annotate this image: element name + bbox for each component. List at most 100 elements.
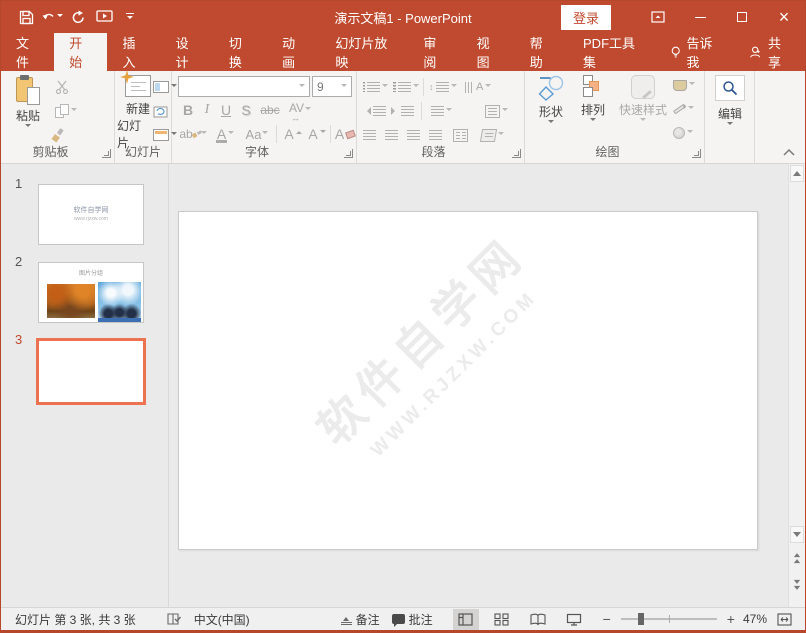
drawing-dialog-launcher[interactable] bbox=[692, 149, 701, 158]
status-bar: 幻灯片 第 3 张, 共 3 张 中文(中国) 备注 批注 − + 47% bbox=[1, 607, 805, 632]
font-color-button[interactable]: A bbox=[212, 124, 238, 144]
redo-button[interactable] bbox=[67, 5, 89, 29]
slide-canvas[interactable]: 软件自学网 WWW.RJZXW.COM bbox=[178, 211, 758, 550]
editing-button[interactable]: 编辑 bbox=[712, 75, 748, 128]
scroll-up-button[interactable] bbox=[790, 165, 804, 182]
paste-button[interactable]: 粘贴 bbox=[9, 75, 47, 130]
ribbon-display-options-button[interactable] bbox=[637, 1, 679, 33]
previous-slide-button[interactable] bbox=[790, 550, 804, 567]
bullets-button[interactable] bbox=[363, 77, 388, 97]
format-painter-button[interactable] bbox=[55, 125, 85, 145]
zoom-slider[interactable] bbox=[620, 613, 717, 625]
change-case-button[interactable]: Aa bbox=[242, 124, 272, 144]
italic-button[interactable]: I bbox=[200, 100, 214, 120]
language-indicator[interactable]: 中文(中国) bbox=[188, 608, 256, 630]
strikethrough-button[interactable]: abc bbox=[258, 100, 282, 120]
slide-3-thumbnail-selected[interactable] bbox=[36, 338, 146, 405]
zoom-center-tick bbox=[668, 615, 670, 623]
text-shadow-button[interactable]: S bbox=[238, 100, 254, 120]
shape-fill-button[interactable] bbox=[673, 75, 703, 95]
quick-styles-icon bbox=[631, 75, 655, 99]
arrange-button[interactable]: 排列 bbox=[573, 75, 613, 124]
shapes-button[interactable]: 形状 bbox=[531, 75, 571, 126]
slide-1-thumbnail[interactable]: 软件自学网 www.rjzxw.com bbox=[38, 184, 144, 245]
shape-outline-button[interactable] bbox=[673, 99, 703, 119]
slideshow-view-button[interactable] bbox=[561, 609, 587, 630]
comments-label: 批注 bbox=[408, 612, 433, 627]
numbering-button[interactable] bbox=[393, 77, 419, 97]
align-center-button[interactable] bbox=[385, 125, 398, 145]
character-spacing-button[interactable]: AV bbox=[286, 100, 314, 123]
align-left-button[interactable] bbox=[363, 125, 376, 145]
font-name-combobox[interactable] bbox=[178, 76, 310, 97]
increase-indent-button[interactable] bbox=[391, 101, 414, 121]
next-slide-button[interactable] bbox=[790, 576, 804, 593]
tab-slideshow[interactable]: 幻灯片放映 bbox=[320, 33, 408, 71]
tab-insert[interactable]: 插入 bbox=[107, 33, 160, 71]
paragraph-spacing-button[interactable] bbox=[431, 101, 452, 121]
drawing-group-label: 绘图 bbox=[595, 145, 620, 159]
slide-2-number: 2 bbox=[15, 254, 23, 269]
clear-formatting-button[interactable]: A bbox=[334, 124, 356, 144]
align-text-button[interactable] bbox=[485, 101, 508, 121]
tab-home[interactable]: 开始 bbox=[54, 33, 108, 71]
paragraph-dialog-launcher[interactable] bbox=[512, 149, 521, 158]
highlight-color-button[interactable]: ab bbox=[178, 124, 208, 144]
font-size-combobox[interactable]: 9 bbox=[312, 76, 352, 97]
justify-button[interactable] bbox=[429, 125, 442, 145]
fit-slide-to-window-button[interactable] bbox=[771, 609, 797, 630]
tab-file[interactable]: 文件 bbox=[1, 33, 54, 71]
normal-view-button[interactable] bbox=[452, 608, 479, 630]
tab-animations[interactable]: 动画 bbox=[267, 33, 320, 71]
customize-qat-button[interactable] bbox=[119, 5, 141, 29]
cut-button[interactable] bbox=[55, 77, 85, 97]
tell-me-button[interactable]: 告诉我 bbox=[656, 33, 735, 71]
minimize-button[interactable] bbox=[679, 1, 721, 33]
share-button[interactable]: 共享 bbox=[735, 33, 805, 71]
undo-button[interactable] bbox=[41, 5, 63, 29]
start-from-beginning-button[interactable] bbox=[93, 5, 115, 29]
minimize-icon bbox=[694, 16, 706, 18]
zoom-in-button[interactable]: + bbox=[723, 611, 739, 627]
tab-transitions[interactable]: 切换 bbox=[214, 33, 267, 71]
tab-pdf-tools[interactable]: PDF工具集 bbox=[568, 33, 656, 71]
align-right-button[interactable] bbox=[407, 125, 420, 145]
slide-indicator[interactable]: 幻灯片 第 3 张, 共 3 张 bbox=[9, 608, 142, 630]
spell-check-button[interactable] bbox=[160, 608, 188, 630]
paste-dropdown-icon bbox=[25, 124, 31, 130]
tab-design[interactable]: 设计 bbox=[161, 33, 214, 71]
watermark: 软件自学网 WWW.RJZXW.COM bbox=[283, 212, 576, 495]
zoom-slider-thumb[interactable] bbox=[638, 613, 645, 625]
columns-button[interactable] bbox=[453, 125, 468, 145]
copy-button[interactable] bbox=[55, 101, 85, 121]
decrease-indent-button[interactable] bbox=[363, 101, 386, 121]
reading-view-button[interactable] bbox=[525, 609, 551, 630]
login-button[interactable]: 登录 bbox=[560, 4, 611, 30]
save-button[interactable] bbox=[15, 5, 37, 29]
zoom-out-button[interactable]: − bbox=[599, 611, 615, 627]
zoom-level[interactable]: 47% bbox=[739, 608, 771, 630]
notes-button[interactable]: 备注 bbox=[335, 608, 386, 630]
text-direction-button[interactable]: A bbox=[465, 77, 492, 97]
tab-view[interactable]: 视图 bbox=[462, 33, 515, 71]
font-dialog-launcher[interactable] bbox=[344, 149, 353, 158]
underline-button[interactable]: U bbox=[218, 100, 234, 120]
slide-2-thumbnail[interactable]: 图片分组 bbox=[38, 262, 144, 323]
line-spacing-button[interactable]: ↕ bbox=[429, 77, 457, 97]
maximize-button[interactable] bbox=[721, 1, 763, 33]
decrease-font-size-button[interactable]: A bbox=[306, 124, 328, 144]
comments-button[interactable]: 批注 bbox=[386, 608, 439, 630]
clipboard-dialog-launcher[interactable] bbox=[102, 149, 111, 158]
vertical-scrollbar[interactable] bbox=[788, 164, 805, 607]
quick-styles-button[interactable]: 快速样式 bbox=[617, 75, 669, 124]
tab-help[interactable]: 帮助 bbox=[515, 33, 568, 71]
convert-to-smartart-button[interactable] bbox=[479, 125, 504, 145]
collapse-ribbon-button[interactable] bbox=[781, 146, 797, 158]
slide-sorter-view-button[interactable] bbox=[489, 609, 515, 630]
close-button[interactable] bbox=[763, 1, 805, 33]
bold-button[interactable]: B bbox=[180, 100, 196, 120]
shape-effects-button[interactable] bbox=[673, 123, 703, 143]
scroll-down-button[interactable] bbox=[790, 526, 804, 543]
tab-review[interactable]: 审阅 bbox=[408, 33, 461, 71]
increase-font-size-button[interactable]: A bbox=[282, 124, 304, 144]
